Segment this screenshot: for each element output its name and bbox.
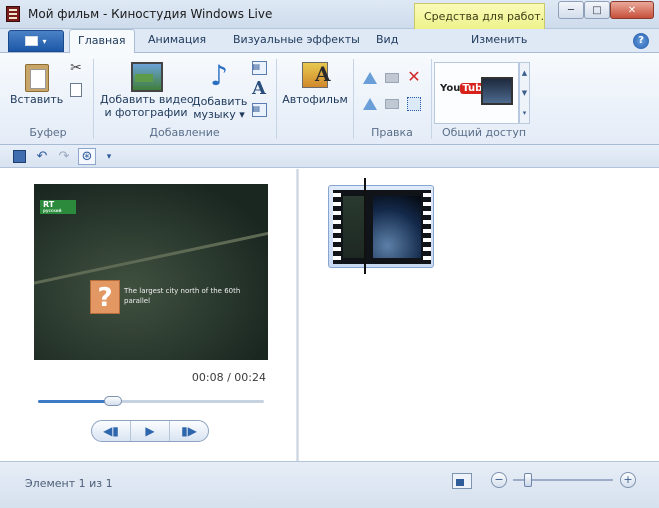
gallery-more-icon[interactable]: ▾ bbox=[523, 109, 527, 117]
film-app-icon[interactable] bbox=[6, 6, 20, 22]
tab-visual-effects[interactable]: Визуальные эффекты bbox=[233, 33, 360, 46]
qat-customize-dropdown[interactable]: ▾ bbox=[100, 148, 118, 165]
help-icon[interactable]: ? bbox=[633, 33, 649, 49]
clip-frame-thumbnail bbox=[343, 196, 365, 258]
next-frame-button[interactable]: ▮▶ bbox=[169, 421, 208, 441]
title-bar: Мой фильм - Киностудия Windows Live Сред… bbox=[0, 0, 659, 29]
zoom-in-button[interactable]: + bbox=[620, 472, 636, 488]
play-button[interactable]: ▶ bbox=[130, 421, 169, 441]
zoom-slider-thumb[interactable] bbox=[524, 473, 532, 487]
status-item-count: Элемент 1 из 1 bbox=[25, 477, 113, 490]
preview-pane: RT русский ? The largest city north of t… bbox=[0, 169, 296, 461]
youtube-you-text: You bbox=[440, 83, 461, 94]
undo-icon[interactable]: ↶ bbox=[33, 148, 51, 165]
video-preview[interactable]: RT русский ? The largest city north of t… bbox=[34, 184, 268, 360]
youtube-publish-button[interactable]: You Tube bbox=[440, 83, 492, 101]
clip-frame-thumbnail bbox=[373, 196, 421, 258]
storyboard-clip[interactable] bbox=[328, 185, 434, 268]
previous-frame-button[interactable]: ◀▮ bbox=[92, 421, 130, 441]
tab-animation[interactable]: Анимация bbox=[148, 33, 206, 46]
minimize-button[interactable]: ─ bbox=[558, 1, 584, 19]
seek-bar[interactable] bbox=[38, 396, 264, 406]
seek-bar-fill bbox=[38, 400, 114, 403]
maximize-button[interactable]: □ bbox=[584, 1, 610, 19]
gallery-scroll[interactable]: ▲ ▼ ▾ bbox=[519, 62, 530, 124]
main-area: RT русский ? The largest city north of t… bbox=[0, 169, 659, 461]
time-display: 00:08 / 00:24 bbox=[191, 371, 266, 384]
tab-edit[interactable]: Изменить bbox=[471, 33, 527, 46]
share-gallery: You Tube bbox=[434, 62, 519, 124]
clip-filmstrip bbox=[333, 190, 431, 264]
film-perforation bbox=[333, 190, 341, 264]
save-icon[interactable] bbox=[10, 148, 28, 165]
ribbon-panel: Вставить ✂ Буфер Добавить видео и фотогр… bbox=[0, 53, 659, 145]
close-button[interactable]: ✕ bbox=[610, 1, 654, 19]
chevron-down-icon: ▾ bbox=[42, 36, 47, 46]
film-perforation bbox=[423, 190, 431, 264]
storyboard-pane bbox=[299, 169, 659, 461]
tab-home[interactable]: Главная bbox=[69, 29, 135, 54]
video-caption: The largest city north of the 60th paral… bbox=[124, 287, 241, 305]
context-tab-video-tools[interactable]: Средства для работ... bbox=[414, 3, 545, 29]
channel-logo: RT русский bbox=[40, 200, 76, 214]
question-mark-box: ? bbox=[90, 280, 120, 314]
monitor-icon[interactable] bbox=[481, 77, 513, 105]
ribbon-tabs: ▾ Главная Анимация Визуальные эффекты Ви… bbox=[0, 29, 659, 54]
transport-controls: ◀▮ ▶ ▮▶ bbox=[91, 420, 209, 442]
status-bar: Элемент 1 из 1 − + bbox=[0, 461, 659, 508]
group-share: You Tube ▲ ▼ ▾ Общий доступ bbox=[0, 56, 659, 142]
tab-view[interactable]: Вид bbox=[376, 33, 398, 46]
zoom-slider[interactable] bbox=[513, 473, 613, 487]
zoom-out-button[interactable]: − bbox=[491, 472, 507, 488]
group-label-share: Общий доступ bbox=[441, 126, 527, 139]
gallery-down-icon[interactable]: ▼ bbox=[522, 89, 527, 97]
seek-thumb[interactable] bbox=[104, 396, 123, 406]
document-icon bbox=[25, 36, 39, 46]
channel-logo-subtext: русский bbox=[43, 208, 62, 213]
window-title: Мой фильм - Киностудия Windows Live bbox=[28, 7, 273, 21]
redo-icon: ↷ bbox=[58, 149, 70, 164]
snapshot-icon[interactable]: ⊛ bbox=[78, 148, 96, 165]
aspect-ratio-icon[interactable] bbox=[452, 473, 472, 489]
quick-access-toolbar: ↶ ↷ ⊛ ▾ bbox=[0, 145, 659, 168]
playhead[interactable] bbox=[364, 178, 366, 274]
app-menu-button[interactable]: ▾ bbox=[8, 30, 64, 52]
gallery-up-icon[interactable]: ▲ bbox=[522, 69, 527, 77]
